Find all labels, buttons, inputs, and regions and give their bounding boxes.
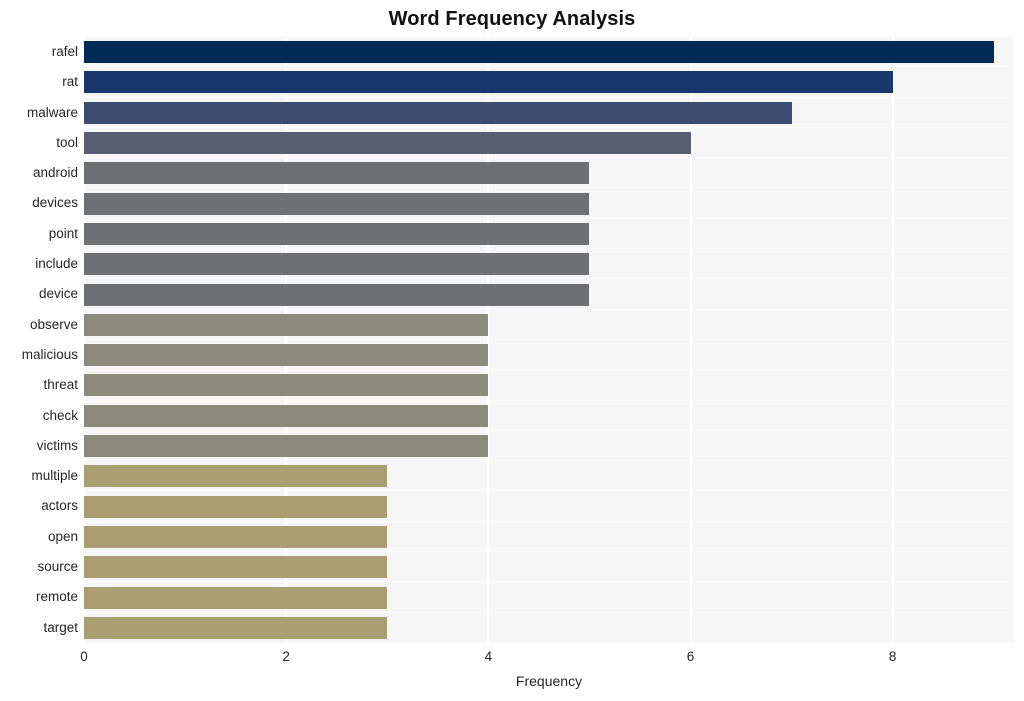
bar-row [84, 67, 1014, 98]
bar-threat [84, 374, 489, 397]
x-tick-label-0: 0 [80, 649, 88, 664]
plot-area [84, 37, 1014, 643]
y-tick-label-include: include [35, 256, 78, 272]
bar-row [84, 552, 1014, 583]
bar-row [84, 431, 1014, 462]
y-tick-label-remote: remote [35, 589, 78, 605]
y-tick-label-victims: victims [36, 437, 78, 453]
bar-devices [84, 192, 590, 215]
bar-device [84, 283, 590, 306]
y-tick-label-point: point [48, 225, 78, 241]
bar-check [84, 404, 489, 427]
bar-target [84, 616, 388, 639]
y-tick-label-rafel: rafel [51, 43, 78, 59]
bar-malware [84, 101, 792, 124]
bar-row [84, 249, 1014, 280]
bar-include [84, 253, 590, 276]
bar-row [84, 189, 1014, 219]
x-tick-label-6: 6 [686, 649, 695, 664]
chart-title: Word Frequency Analysis [388, 8, 636, 30]
y-tick-label-device: device [38, 286, 78, 302]
y-tick-label-malicious: malicious [21, 346, 78, 362]
x-tick-label-2: 2 [282, 649, 290, 664]
bar-remote [84, 586, 388, 609]
x-tick-label-8: 8 [888, 649, 897, 664]
bar-rat [84, 71, 893, 94]
bar-row [84, 37, 1014, 68]
bar-row [84, 219, 1014, 250]
y-tick-label-source: source [37, 559, 78, 575]
bar-victims [84, 435, 489, 458]
y-tick-label-tool: tool [56, 134, 78, 150]
y-tick-label-android: android [32, 165, 78, 181]
bar-tool [84, 132, 691, 155]
y-tick-label-observe: observe [29, 316, 78, 332]
bar-rafel [84, 41, 994, 64]
y-tick-label-devices: devices [32, 195, 78, 211]
bar-malicious [84, 344, 489, 367]
bar-row [84, 492, 1014, 522]
y-tick-label-malware: malware [26, 104, 78, 120]
bar-multiple [84, 465, 388, 488]
bar-row [84, 461, 1014, 492]
y-tick-label-actors: actors [41, 498, 78, 514]
y-tick-label-target: target [43, 619, 78, 635]
bar-row [84, 522, 1014, 553]
y-tick-label-check: check [42, 407, 78, 423]
y-tick-label-multiple: multiple [31, 468, 78, 484]
bar-source [84, 556, 388, 579]
bar-row [84, 340, 1014, 371]
y-axis-category-labels: rafel rat malware tool android devices point in… [0, 37, 78, 643]
bar-row [84, 613, 1014, 643]
x-tick-label-4: 4 [484, 649, 493, 664]
bar-row [84, 370, 1014, 401]
x-axis-tick-labels: 0 2 4 6 8 [80, 643, 1014, 673]
bar-row [84, 310, 1014, 340]
x-axis-title: Frequency [515, 673, 583, 689]
bar-observe [84, 313, 489, 336]
bar-row [84, 128, 1014, 159]
bar-row [84, 401, 1014, 431]
bar-open [84, 525, 388, 548]
bar-row [84, 98, 1014, 128]
word-frequency-chart: Word Frequency Analysis rafel rat malware t… [0, 0, 1024, 701]
bar-android [84, 162, 590, 185]
bar-point [84, 222, 590, 245]
y-tick-label-threat: threat [43, 377, 78, 393]
bar-row [84, 279, 1014, 310]
bar-row [84, 582, 1014, 613]
bar-row [84, 158, 1014, 189]
bar-actors [84, 495, 388, 518]
y-tick-label-open: open [47, 528, 78, 544]
y-tick-label-rat: rat [62, 74, 78, 90]
